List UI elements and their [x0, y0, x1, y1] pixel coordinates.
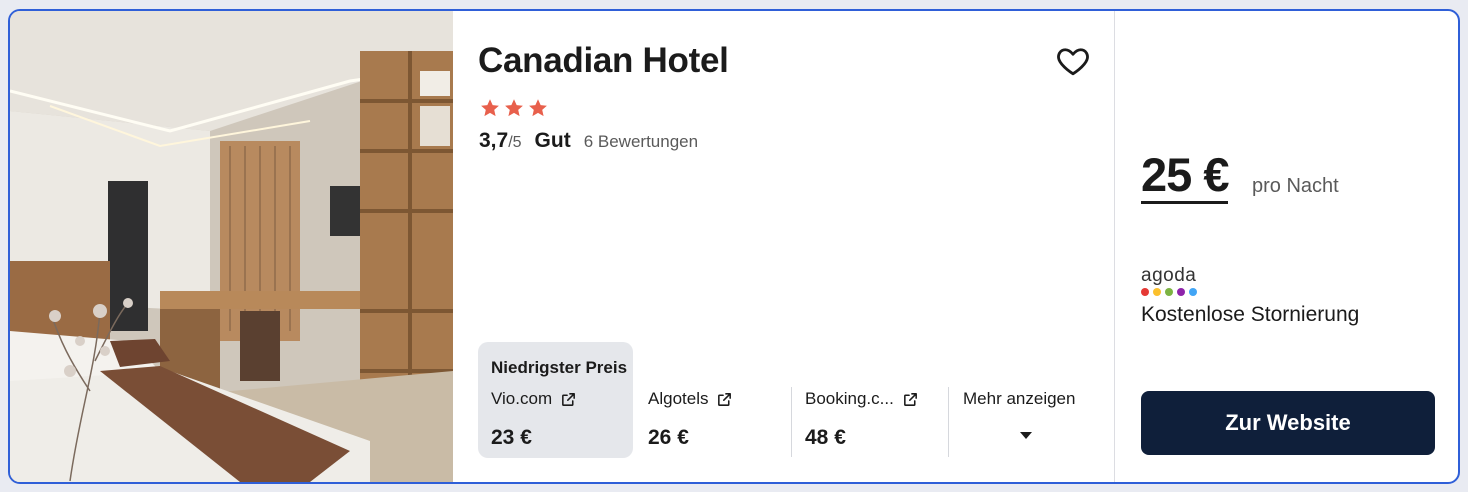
favorite-button[interactable] [1055, 43, 1091, 79]
show-more-button[interactable]: Mehr anzeigen [963, 342, 1098, 458]
rating-word: Gut [534, 129, 571, 152]
lowest-price-label: Niedrigster Preis [491, 358, 628, 377]
offer-divider [791, 387, 792, 457]
caret-down-icon [1020, 432, 1032, 439]
provider-name: Algotels [648, 389, 709, 408]
offer-provider: Vio.com [491, 389, 577, 409]
rating-score: 3,7 [479, 129, 509, 152]
hotel-name[interactable]: Canadian Hotel [478, 41, 729, 81]
free-cancellation-label: Kostenlose Stornierung [1141, 303, 1360, 326]
external-link-icon [903, 392, 917, 406]
external-link-icon [562, 392, 576, 406]
offer-provider: Algotels [648, 389, 733, 409]
provider-name: Vio.com [491, 389, 553, 408]
external-link-icon [718, 392, 732, 406]
rating-score-max: /5 [508, 134, 522, 151]
heart-outline-icon [1057, 48, 1089, 76]
show-more-label: Mehr anzeigen [963, 389, 1076, 408]
offer-divider [948, 387, 949, 457]
room-image [10, 11, 453, 482]
offer-price: 48 € [805, 426, 846, 449]
offer-vio[interactable]: Niedrigster Preis Vio.com 23 € [478, 342, 633, 458]
hotel-card[interactable]: Canadian Hotel 3,7 /5 Gut 6 Bewertungen … [8, 9, 1460, 484]
star-rating [479, 97, 549, 119]
agoda-logo-dots [1141, 288, 1197, 296]
go-to-website-button[interactable]: Zur Website [1141, 391, 1435, 455]
star-icon [505, 99, 523, 117]
provider-name: Booking.c... [805, 389, 894, 408]
deal-price[interactable]: 25 € [1141, 149, 1229, 204]
hotel-photo[interactable] [10, 11, 453, 482]
review-count: 6 Bewertungen [583, 132, 699, 151]
per-night-label: pro Nacht [1252, 175, 1339, 197]
rating-summary[interactable]: 3,7 /5 Gut 6 Bewertungen [479, 129, 698, 153]
agoda-logo: agoda [1141, 265, 1197, 296]
offer-booking[interactable]: Booking.c... 48 € [805, 342, 950, 458]
star-icon [529, 99, 547, 117]
deal-panel: 25 € pro Nacht agoda Kostenlose Stornier… [1114, 11, 1458, 482]
offer-price: 23 € [491, 426, 532, 449]
offer-provider: Booking.c... [805, 389, 919, 409]
offer-algotels[interactable]: Algotels 26 € [648, 342, 798, 458]
offer-price: 26 € [648, 426, 689, 449]
hotel-info: Canadian Hotel 3,7 /5 Gut 6 Bewertungen … [453, 11, 1114, 482]
agoda-logo-text: agoda [1141, 265, 1197, 286]
star-icon [481, 99, 499, 117]
price-comparison: Niedrigster Preis Vio.com 23 € Algotels … [478, 342, 1098, 458]
